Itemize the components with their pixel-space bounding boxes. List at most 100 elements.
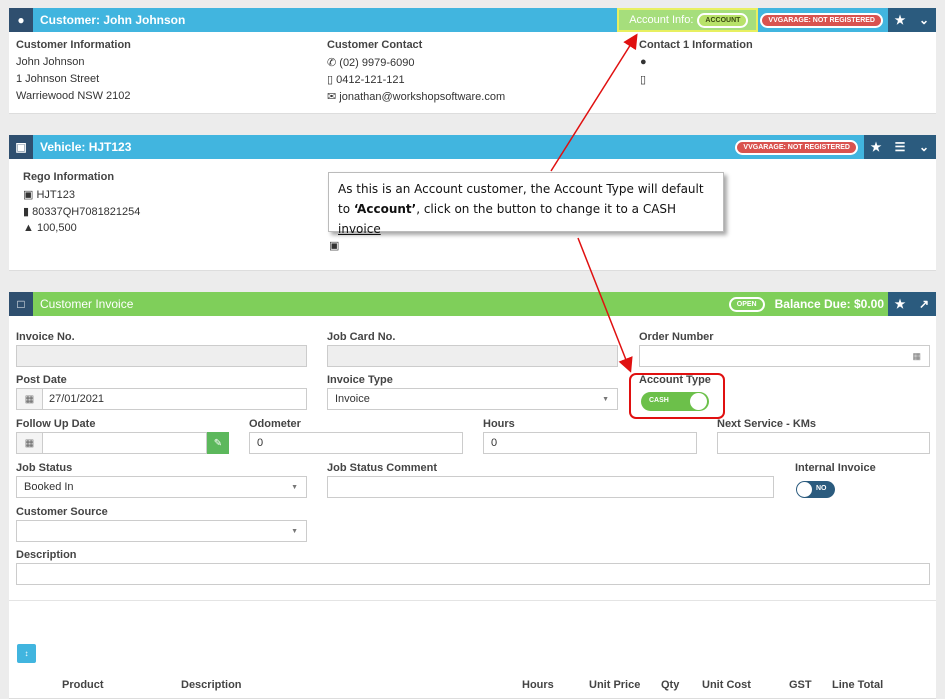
vehicle-title: Vehicle: HJT123 (40, 140, 132, 154)
user-icon: ● (9, 8, 33, 32)
customer-contact-title: Customer Contact (327, 39, 423, 51)
external-link-icon: ↗ (918, 297, 930, 311)
car-small-icon: ▣ (23, 189, 34, 201)
open-badge: OPEN (728, 296, 765, 312)
divider (9, 600, 936, 601)
invoice-header: □ Customer Invoice OPEN Balance Due: $0.… (9, 292, 936, 316)
callout-line2: to ‘Account’, click on the button to cha… (338, 199, 714, 239)
edit-icon: ✎ (213, 437, 223, 449)
star-button[interactable]: ★ (888, 8, 912, 32)
document-icon: □ (9, 292, 33, 316)
vehicle-header: ▣ Vehicle: HJT123 VVGARAGE: NOT REGISTER… (9, 135, 936, 159)
internal-invoice-label: Internal Invoice (795, 462, 876, 474)
customer-info-title: Customer Information (16, 39, 131, 51)
invoice-star-button[interactable]: ★ (888, 292, 912, 316)
barcode-icon: ▮ (23, 206, 30, 218)
odometer-input[interactable]: 0 (249, 432, 463, 454)
col-unit-cost: Unit Cost (702, 679, 751, 691)
sort-button[interactable]: ↕ (17, 644, 36, 663)
col-qty: Qty (661, 679, 680, 691)
chevron-down-icon: ⌄ (918, 13, 930, 27)
chevron-down-icon: ⌄ (918, 140, 930, 154)
description-input[interactable] (16, 563, 930, 585)
balance-due: Balance Due: $0.00 (774, 297, 884, 311)
col-product: Product (62, 679, 104, 691)
contact1-title: Contact 1 Information (639, 39, 753, 51)
description-label: Description (16, 549, 77, 561)
col-description: Description (181, 679, 242, 691)
follow-up-field[interactable]: ▦ (16, 432, 207, 454)
col-gst: GST (789, 679, 812, 691)
invoice-header-actions: OPEN Balance Due: $0.00 ★ ↗ (728, 292, 936, 316)
road-icon: ▲ (23, 222, 34, 234)
star-icon: ★ (894, 297, 906, 311)
vehicle-car-icon-2: ▣ (329, 240, 340, 252)
col-hours: Hours (522, 679, 554, 691)
star-icon: ★ (870, 140, 882, 154)
invoice-external-button[interactable]: ↗ (912, 292, 936, 316)
calendar-icon[interactable]: ▦ (17, 389, 43, 409)
contact1-person-icon: ● (640, 56, 647, 68)
calendar-icon[interactable]: ▦ (17, 433, 43, 453)
customer-phone: (02) 9979-6090 (339, 57, 415, 69)
internal-invoice-value: NO (816, 485, 827, 492)
customer-panel: ● Customer: John Johnson Account Info: A… (9, 8, 936, 114)
vehicle-vvgarage-badge[interactable]: VVGARAGE: NOT REGISTERED (735, 139, 858, 155)
mobile-icon: ▯ (327, 74, 334, 86)
customer-name: John Johnson (16, 56, 85, 68)
vehicle-list-button[interactable]: ☰ (888, 135, 912, 159)
callout-line1: As this is an Account customer, the Acco… (338, 182, 704, 196)
rego-value: HJT123 (36, 189, 75, 201)
account-info-label: Account Info: (629, 14, 694, 26)
toggle-knob (797, 482, 812, 497)
vin-value: 80337QH7081821254 (32, 206, 141, 218)
invoice-no-field[interactable] (16, 345, 307, 367)
post-date-label: Post Date (16, 374, 67, 386)
account-info[interactable]: Account Info: ACCOUNT (617, 8, 759, 32)
collapse-button[interactable]: ⌄ (912, 8, 936, 32)
customer-address1: 1 Johnson Street (16, 73, 100, 85)
callout-mid: , click on the button to change it to a … (416, 202, 677, 216)
job-status-comment-input[interactable] (327, 476, 774, 498)
car-icon: ▣ (9, 135, 33, 159)
vehicle-collapse-button[interactable]: ⌄ (912, 135, 936, 159)
customer-address2: Warriewood NSW 2102 (16, 90, 131, 102)
job-status-select[interactable]: Booked In ▼ (16, 476, 307, 498)
vehicle-star-button[interactable]: ★ (864, 135, 888, 159)
vvgarage-badge[interactable]: VVGARAGE: NOT REGISTERED (760, 12, 883, 28)
odometer-value: 0 (257, 437, 264, 449)
job-card-label: Job Card No. (327, 331, 396, 343)
rego-info-title: Rego Information (23, 171, 115, 183)
col-unit-price: Unit Price (589, 679, 641, 691)
star-icon: ★ (894, 13, 906, 27)
job-status-comment-label: Job Status Comment (327, 462, 438, 474)
invoice-type-value: Invoice (335, 393, 370, 405)
invoice-no-label: Invoice No. (16, 331, 75, 343)
follow-up-edit-button[interactable]: ✎ (207, 432, 229, 454)
customer-email[interactable]: jonathan@workshopsoftware.com (339, 91, 505, 103)
job-status-value: Booked In (24, 481, 74, 493)
next-service-input[interactable] (717, 432, 930, 454)
contact-card-icon: ▦ (912, 350, 921, 361)
job-card-field[interactable] (327, 345, 618, 367)
hours-input[interactable]: 0 (483, 432, 697, 454)
phone-icon: ✆ (327, 57, 337, 69)
customer-header-actions: Account Info: ACCOUNT VVGARAGE: NOT REGI… (617, 8, 936, 32)
vehicle-header-actions: VVGARAGE: NOT REGISTERED ★ ☰ ⌄ (735, 135, 936, 159)
order-number-field[interactable]: ▦ (639, 345, 930, 367)
callout-under: invoice (338, 222, 381, 236)
col-line-total: Line Total (832, 679, 884, 691)
invoice-type-select[interactable]: Invoice ▼ (327, 388, 618, 410)
callout-pre: to (338, 202, 354, 216)
vin-row: ▮ 80337QH7081821254 (23, 205, 140, 218)
callout-bold: ‘Account’ (353, 202, 417, 216)
odometer-row: ▲ 100,500 (23, 222, 77, 234)
job-status-label: Job Status (16, 462, 73, 474)
account-type-highlight (629, 373, 725, 419)
hours-value: 0 (491, 437, 498, 449)
internal-invoice-toggle[interactable]: NO (796, 481, 835, 498)
account-badge: ACCOUNT (697, 12, 749, 28)
vehicle-odometer: 100,500 (36, 222, 77, 234)
post-date-field[interactable]: ▦ 27/01/2021 (16, 388, 307, 410)
customer-source-select[interactable]: ▼ (16, 520, 307, 542)
